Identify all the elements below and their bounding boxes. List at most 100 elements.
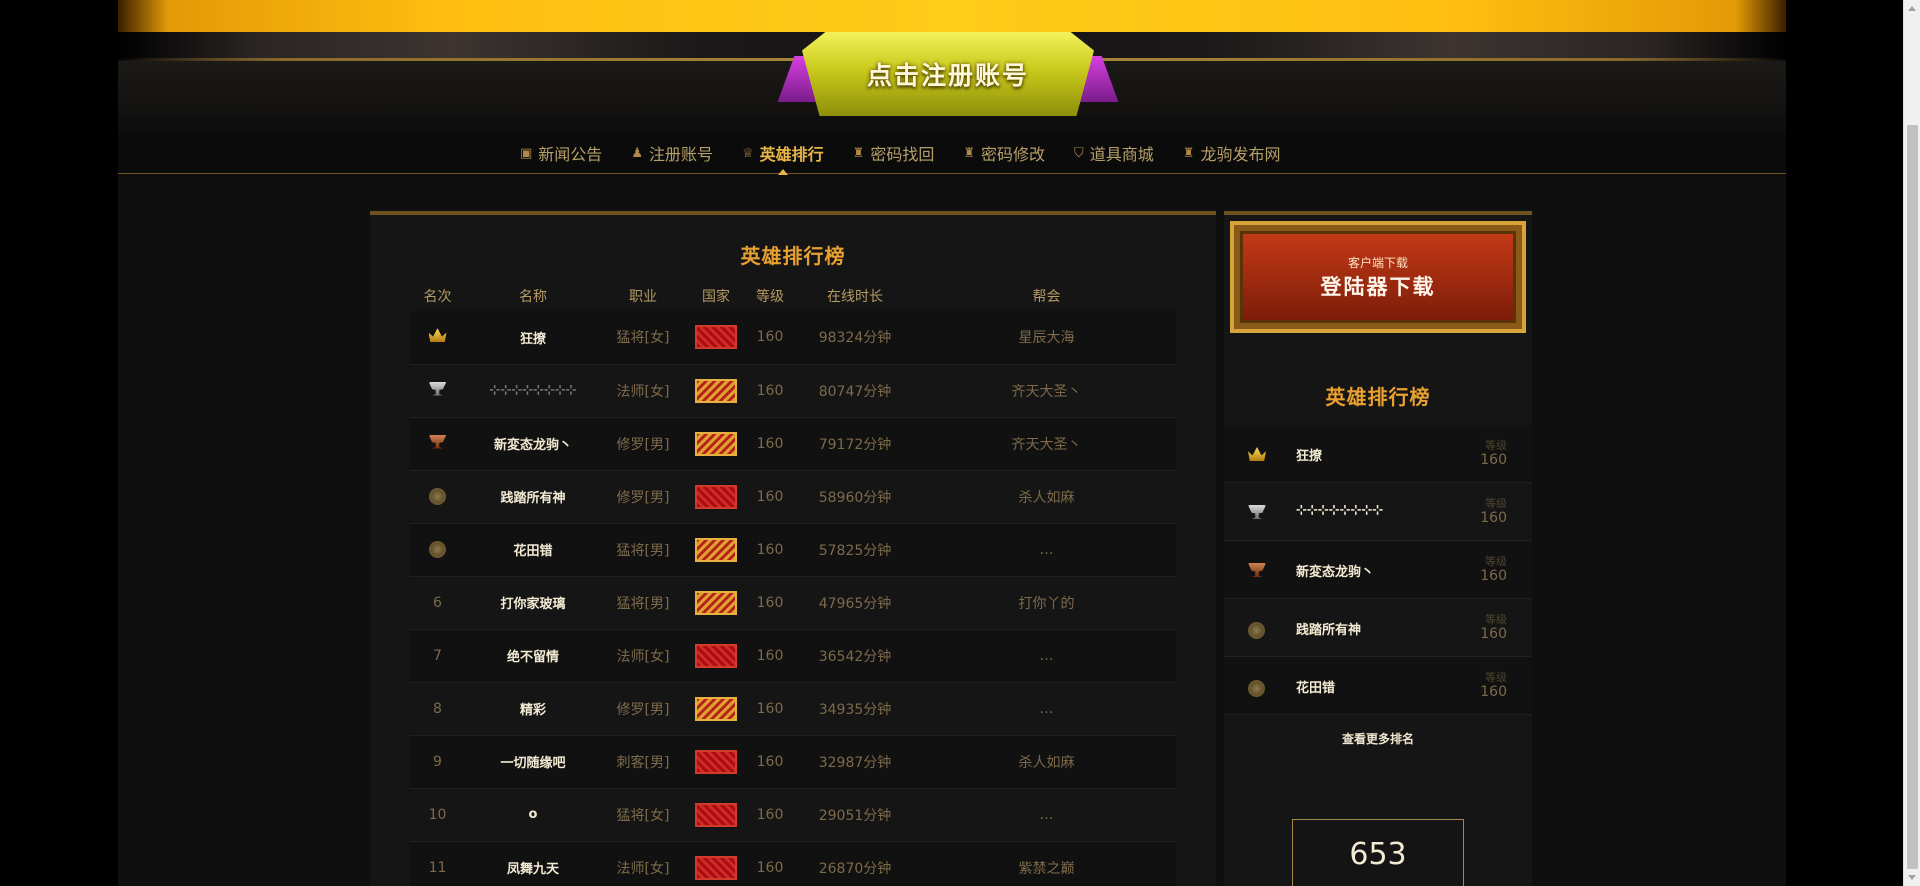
table-row: 9 一切随缘吧 刺客[男] 160 32987分钟 杀人如麻 <box>410 735 1176 789</box>
nation-flag-icon <box>695 696 737 721</box>
level-cell: 160 <box>747 311 793 365</box>
player-name-cell: ⊹⊹⊹⊹⊹⊹⊹⊹ <box>465 364 601 418</box>
scroll-down-arrow-icon[interactable] <box>1908 875 1916 880</box>
nation-flag-icon <box>695 484 737 509</box>
nav-item-label: 新闻公告 <box>538 145 603 164</box>
sidebar-level-value: 160 <box>1480 626 1507 642</box>
sidebar-level-value: 160 <box>1480 452 1507 468</box>
job-cell: 修罗[男] <box>601 682 685 736</box>
guild-cell: … <box>917 682 1176 736</box>
nav-item-label: 密码修改 <box>980 145 1045 164</box>
job-cell: 猛将[女] <box>601 788 685 842</box>
nation-flag-icon <box>695 431 737 456</box>
level-cell: 160 <box>747 523 793 577</box>
table-row: 10 o 猛将[女] 160 29051分钟… <box>410 788 1176 842</box>
page-scrollbar[interactable] <box>1903 0 1920 886</box>
launcher-download-button[interactable]: 客户端下载 登陆器下载 <box>1230 221 1526 333</box>
sidebar-rank-item: 新変态龙驹丶 等级 160 <box>1224 541 1532 599</box>
guild-cell: 紫禁之巅 <box>917 841 1176 886</box>
nav-item-3[interactable]: ♜ 密码找回 <box>853 132 935 174</box>
player-name-cell: 打你家玻璃 <box>465 576 601 630</box>
register-cta-wrapper: 点击注册账号 <box>776 28 1120 120</box>
online-time-cell: 79172分钟 <box>793 417 917 471</box>
job-cell: 法师[女] <box>601 841 685 886</box>
silver-cup-icon <box>428 381 447 396</box>
table-row: 狂撩 猛将[女] 160 98324分钟 星辰大海 <box>410 311 1176 365</box>
job-cell: 猛将[女] <box>601 311 685 365</box>
sidebar-level-label: 等级 <box>1485 497 1507 510</box>
page: 点击注册账号 ▣ 新闻公告 ♟ 注册账号 ♕ 英雄排行 ♜ 密码找回 ♜ 密码修改 ⛉ 道具商城 ♜ 龙驹… <box>0 0 1920 886</box>
nation-cell <box>685 523 747 577</box>
rank-cell: 8 <box>410 682 465 736</box>
ranking-table: 名次 名称 职业 国家 等级 在线时长 帮会 狂撩 猛将[女] 160 98324分钟… <box>410 281 1176 886</box>
rank-coin-icon <box>429 541 446 558</box>
table-row: 花田错 猛将[男] 160 57825分钟… <box>410 523 1176 577</box>
guild-cell: 杀人如麻 <box>917 735 1176 789</box>
table-row: 11 凤舞九天 法师[女] 160 26870分钟 紫禁之巅 <box>410 841 1176 886</box>
nation-cell <box>685 417 747 471</box>
col-name: 名称 <box>519 289 547 305</box>
rank-cell: 9 <box>410 735 465 789</box>
rank-cell: 7 <box>410 629 465 683</box>
online-time-cell: 98324分钟 <box>793 311 917 365</box>
guild-cell: 打你丫的 <box>917 576 1176 630</box>
online-time-cell: 34935分钟 <box>793 682 917 736</box>
player-name-cell: o <box>465 788 601 842</box>
scroll-up-arrow-icon[interactable] <box>1908 6 1916 11</box>
level-cell: 160 <box>747 576 793 630</box>
download-title: 登陆器下载 <box>1320 273 1436 299</box>
nation-flag-icon <box>695 749 737 774</box>
nation-cell <box>685 576 747 630</box>
rank-cell <box>410 417 465 471</box>
register-account-button[interactable]: 点击注册账号 <box>802 32 1094 116</box>
player-name-cell: 狂撩 <box>465 311 601 365</box>
download-subtitle: 客户端下载 <box>1347 255 1408 270</box>
nation-flag-icon <box>695 537 737 562</box>
sidebar-rank-position <box>1248 446 1266 465</box>
rank-cell <box>410 311 465 365</box>
col-nation: 国家 <box>702 289 730 305</box>
level-cell: 160 <box>747 788 793 842</box>
silver-cup-icon <box>1248 505 1266 519</box>
table-row: ⊹⊹⊹⊹⊹⊹⊹⊹ 法师[女] 160 80747分钟 齐天大圣丶 <box>410 364 1176 418</box>
level-cell: 160 <box>747 417 793 471</box>
sidebar-level-label: 等级 <box>1485 671 1507 684</box>
level-cell: 160 <box>747 735 793 789</box>
sidebar-rank-position <box>1248 620 1265 639</box>
user-icon: ♟ <box>631 145 643 161</box>
sidebar-rank-item: ⊹⊹⊹⊹⊹⊹⊹⊹ 等级 160 <box>1224 483 1532 541</box>
sidebar-level-value: 160 <box>1480 684 1507 700</box>
nav-item-2[interactable]: ♕ 英雄排行 <box>742 132 824 175</box>
sidebar-player-name: 花田错 <box>1296 681 1336 696</box>
register-button-label: 点击注册账号 <box>866 61 1029 90</box>
nation-cell <box>685 470 747 524</box>
nav-item-label: 英雄排行 <box>759 145 824 164</box>
level-cell: 160 <box>747 470 793 524</box>
nation-flag-icon <box>695 325 737 350</box>
level-cell: 160 <box>747 682 793 736</box>
nation-cell <box>685 364 747 418</box>
nav-item-6[interactable]: ♜ 龙驹发布网 <box>1183 132 1281 174</box>
guild-cell: … <box>917 788 1176 842</box>
nav-item-1[interactable]: ♟ 注册账号 <box>631 132 713 174</box>
crown-icon <box>428 328 447 343</box>
rank-cell: 10 <box>410 788 465 842</box>
more-rankings-link[interactable]: 查看更多排名 <box>1224 730 1532 747</box>
player-name-cell: 绝不留情 <box>465 629 601 683</box>
online-time-cell: 36542分钟 <box>793 629 917 683</box>
rank-cell: 11 <box>410 841 465 886</box>
nav-item-5[interactable]: ⛉ 道具商城 <box>1074 132 1154 174</box>
player-name-cell: 一切随缘吧 <box>465 735 601 789</box>
nav-item-label: 龙驹发布网 <box>1200 145 1281 164</box>
nav-item-0[interactable]: ▣ 新闻公告 <box>520 132 602 174</box>
scrollbar-thumb[interactable] <box>1907 125 1918 869</box>
player-name-cell: 新変态龙驹丶 <box>465 417 601 471</box>
main-nav-bar: ▣ 新闻公告 ♟ 注册账号 ♕ 英雄排行 ♜ 密码找回 ♜ 密码修改 ⛉ 道具商城 ♜ 龙驹发布网 <box>118 132 1786 175</box>
rank-cell <box>410 364 465 418</box>
guild-cell: 齐天大圣丶 <box>917 364 1176 418</box>
job-cell: 猛将[男] <box>601 523 685 577</box>
nav-item-4[interactable]: ♜ 密码修改 <box>963 132 1045 174</box>
nav-item-label: 道具商城 <box>1089 145 1154 164</box>
guild-cell: 杀人如麻 <box>917 470 1176 524</box>
online-time-cell: 26870分钟 <box>793 841 917 886</box>
